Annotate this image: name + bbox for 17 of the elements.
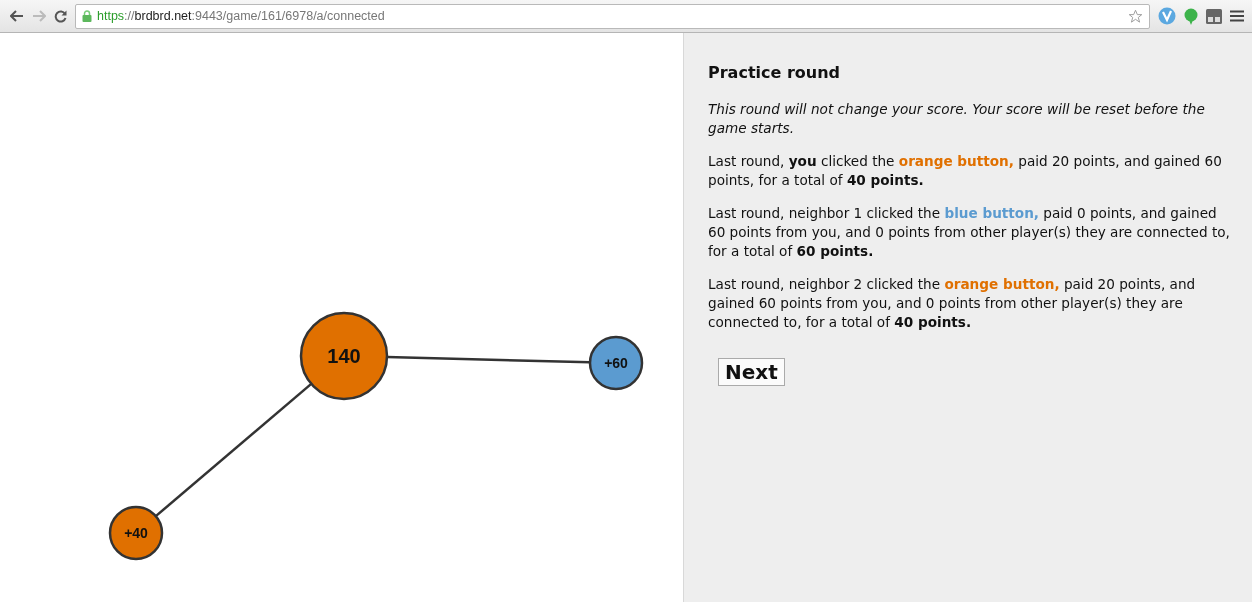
round-summary: Last round, neighbor 2 clicked the orange button, paid 20 points, and gained 60 points from you, and 0 points from other player(s) they are connected to, for a total of 40 points.	[708, 275, 1197, 332]
node-score: 140	[327, 345, 361, 368]
extension-icon[interactable]	[1206, 8, 1222, 24]
round-summary: Last round, neighbor 1 clicked the blue button, paid 0 points, and gained 60 points from you, and 0 points from other player(s) they are connected to, for a total of 60 points.	[708, 204, 1231, 261]
next-button[interactable]: Next	[718, 358, 785, 386]
menu-icon[interactable]	[1230, 10, 1244, 22]
node-score: +40	[124, 525, 148, 542]
address-bar[interactable]: https://brdbrd.net:9443/game/161/6978/a/connected	[75, 3, 1150, 29]
practice-note: This round will not change your score. Your score will be reset before the game starts.	[708, 100, 1206, 138]
star-icon[interactable]	[1128, 8, 1143, 24]
round-summary: Last round, you clicked the orange button, paid 20 points, and gained 60 points, for a total of 40 points.	[708, 152, 1223, 190]
lock-icon	[82, 10, 92, 22]
reload-icon[interactable]	[54, 9, 67, 23]
back-icon[interactable]	[10, 10, 24, 22]
node-score: +60	[604, 355, 628, 372]
extension-icon[interactable]	[1158, 7, 1176, 25]
panel-title: Practice round	[708, 63, 842, 83]
